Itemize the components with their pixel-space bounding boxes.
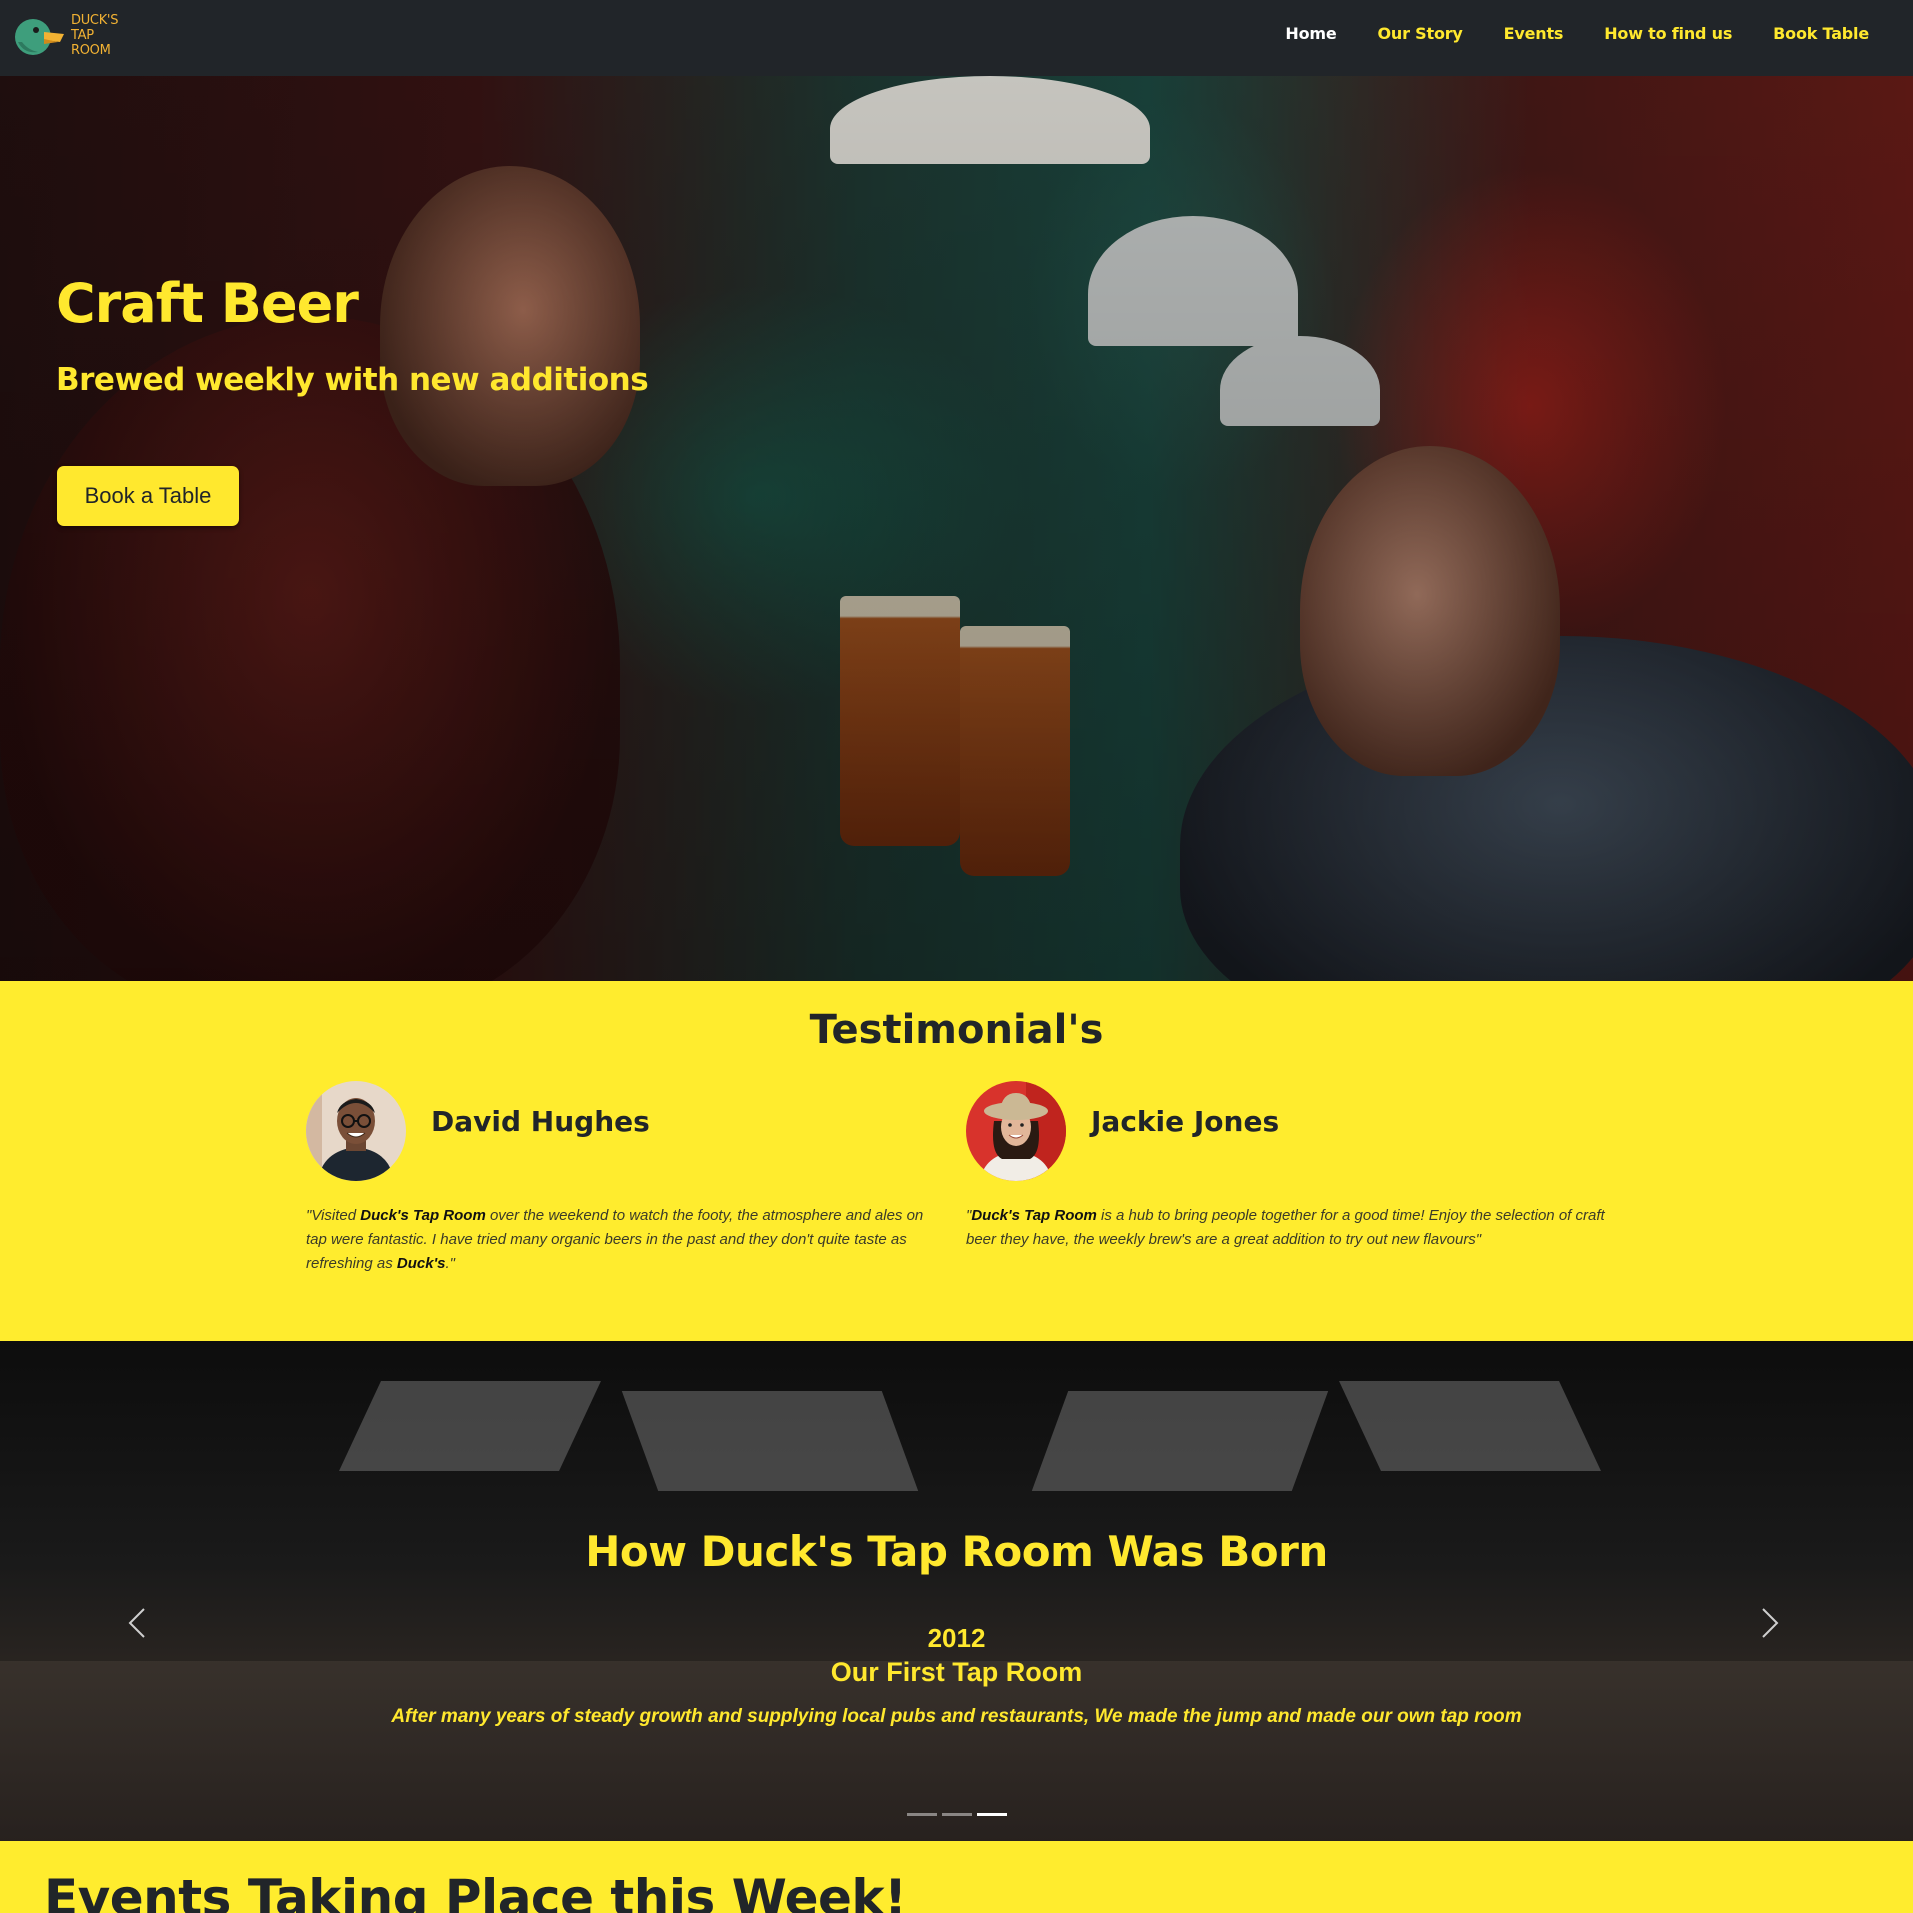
hero-overlay [0,76,1913,981]
quote-brand: Duck's Tap Room [971,1207,1097,1224]
slide-text: After many years of steady growth and su… [391,1706,1522,1727]
logo-link[interactable]: DUCK'S TAP ROOM [14,12,124,60]
logo-text: DUCK'S TAP ROOM [71,13,118,58]
slide-year: 2012 [927,1623,986,1653]
roof-window [1339,1381,1601,1471]
navbar: DUCK'S TAP ROOM Home Our Story Events Ho… [0,0,1913,76]
testimonial-name: David Hughes [431,1105,650,1138]
main-nav: Home Our Story Events How to find us Boo… [1285,24,1869,43]
carousel-indicator[interactable] [941,1813,972,1816]
roof-window [1031,1391,1329,1491]
roof-window [339,1381,601,1471]
testimonial-quote: "Duck's Tap Room is a hub to bring peopl… [966,1204,1606,1252]
carousel-indicators [0,1813,1913,1816]
testimonial-quote: "Visited Duck's Tap Room over the weeken… [306,1204,946,1276]
hero-subtitle: Brewed weekly with new additions [56,362,649,398]
avatar-david-icon [306,1081,406,1181]
events-section: Events Taking Place this Week! [0,1841,1913,1913]
avatar-jackie-icon [966,1081,1066,1181]
logo-line-1: DUCK'S [71,13,119,28]
duck-logo-icon [15,19,64,55]
nav-item-home[interactable]: Home [1285,24,1336,43]
quote-text: ." [445,1255,455,1272]
avatar [966,1081,1066,1181]
events-title: Events Taking Place this Week! [44,1869,907,1913]
quote-brand: Duck's [396,1255,446,1272]
carousel-indicator-active[interactable] [976,1813,1007,1816]
quote-brand: Duck's Tap Room [360,1207,486,1224]
hero-section: Craft Beer Brewed weekly with new additi… [0,76,1913,981]
hero-title: Craft Beer [56,272,359,335]
slide-heading: Our First Tap Room [830,1657,1083,1687]
logo-line-2: TAP [71,28,94,43]
nav-item-our-story[interactable]: Our Story [1378,24,1463,43]
logo-line-3: ROOM [71,43,111,58]
testimonials-title: Testimonial's [809,1007,1104,1053]
testimonials-section: Testimonial's David Hughes "Visited Duck… [0,981,1913,1341]
story-title: How Duck's Tap Room Was Born [585,1527,1328,1576]
nav-item-events[interactable]: Events [1504,24,1564,43]
quote-text: "Visited [306,1207,361,1224]
roof-window [621,1391,919,1491]
book-a-table-button[interactable]: Book a Table [57,466,239,526]
story-carousel: How Duck's Tap Room Was Born 2012 Our Fi… [0,1341,1913,1841]
nav-item-how-to-find-us[interactable]: How to find us [1604,24,1732,43]
carousel-indicator[interactable] [906,1813,937,1816]
avatar [306,1081,406,1181]
nav-item-book-table[interactable]: Book Table [1773,24,1869,43]
testimonial-name: Jackie Jones [1091,1105,1280,1138]
